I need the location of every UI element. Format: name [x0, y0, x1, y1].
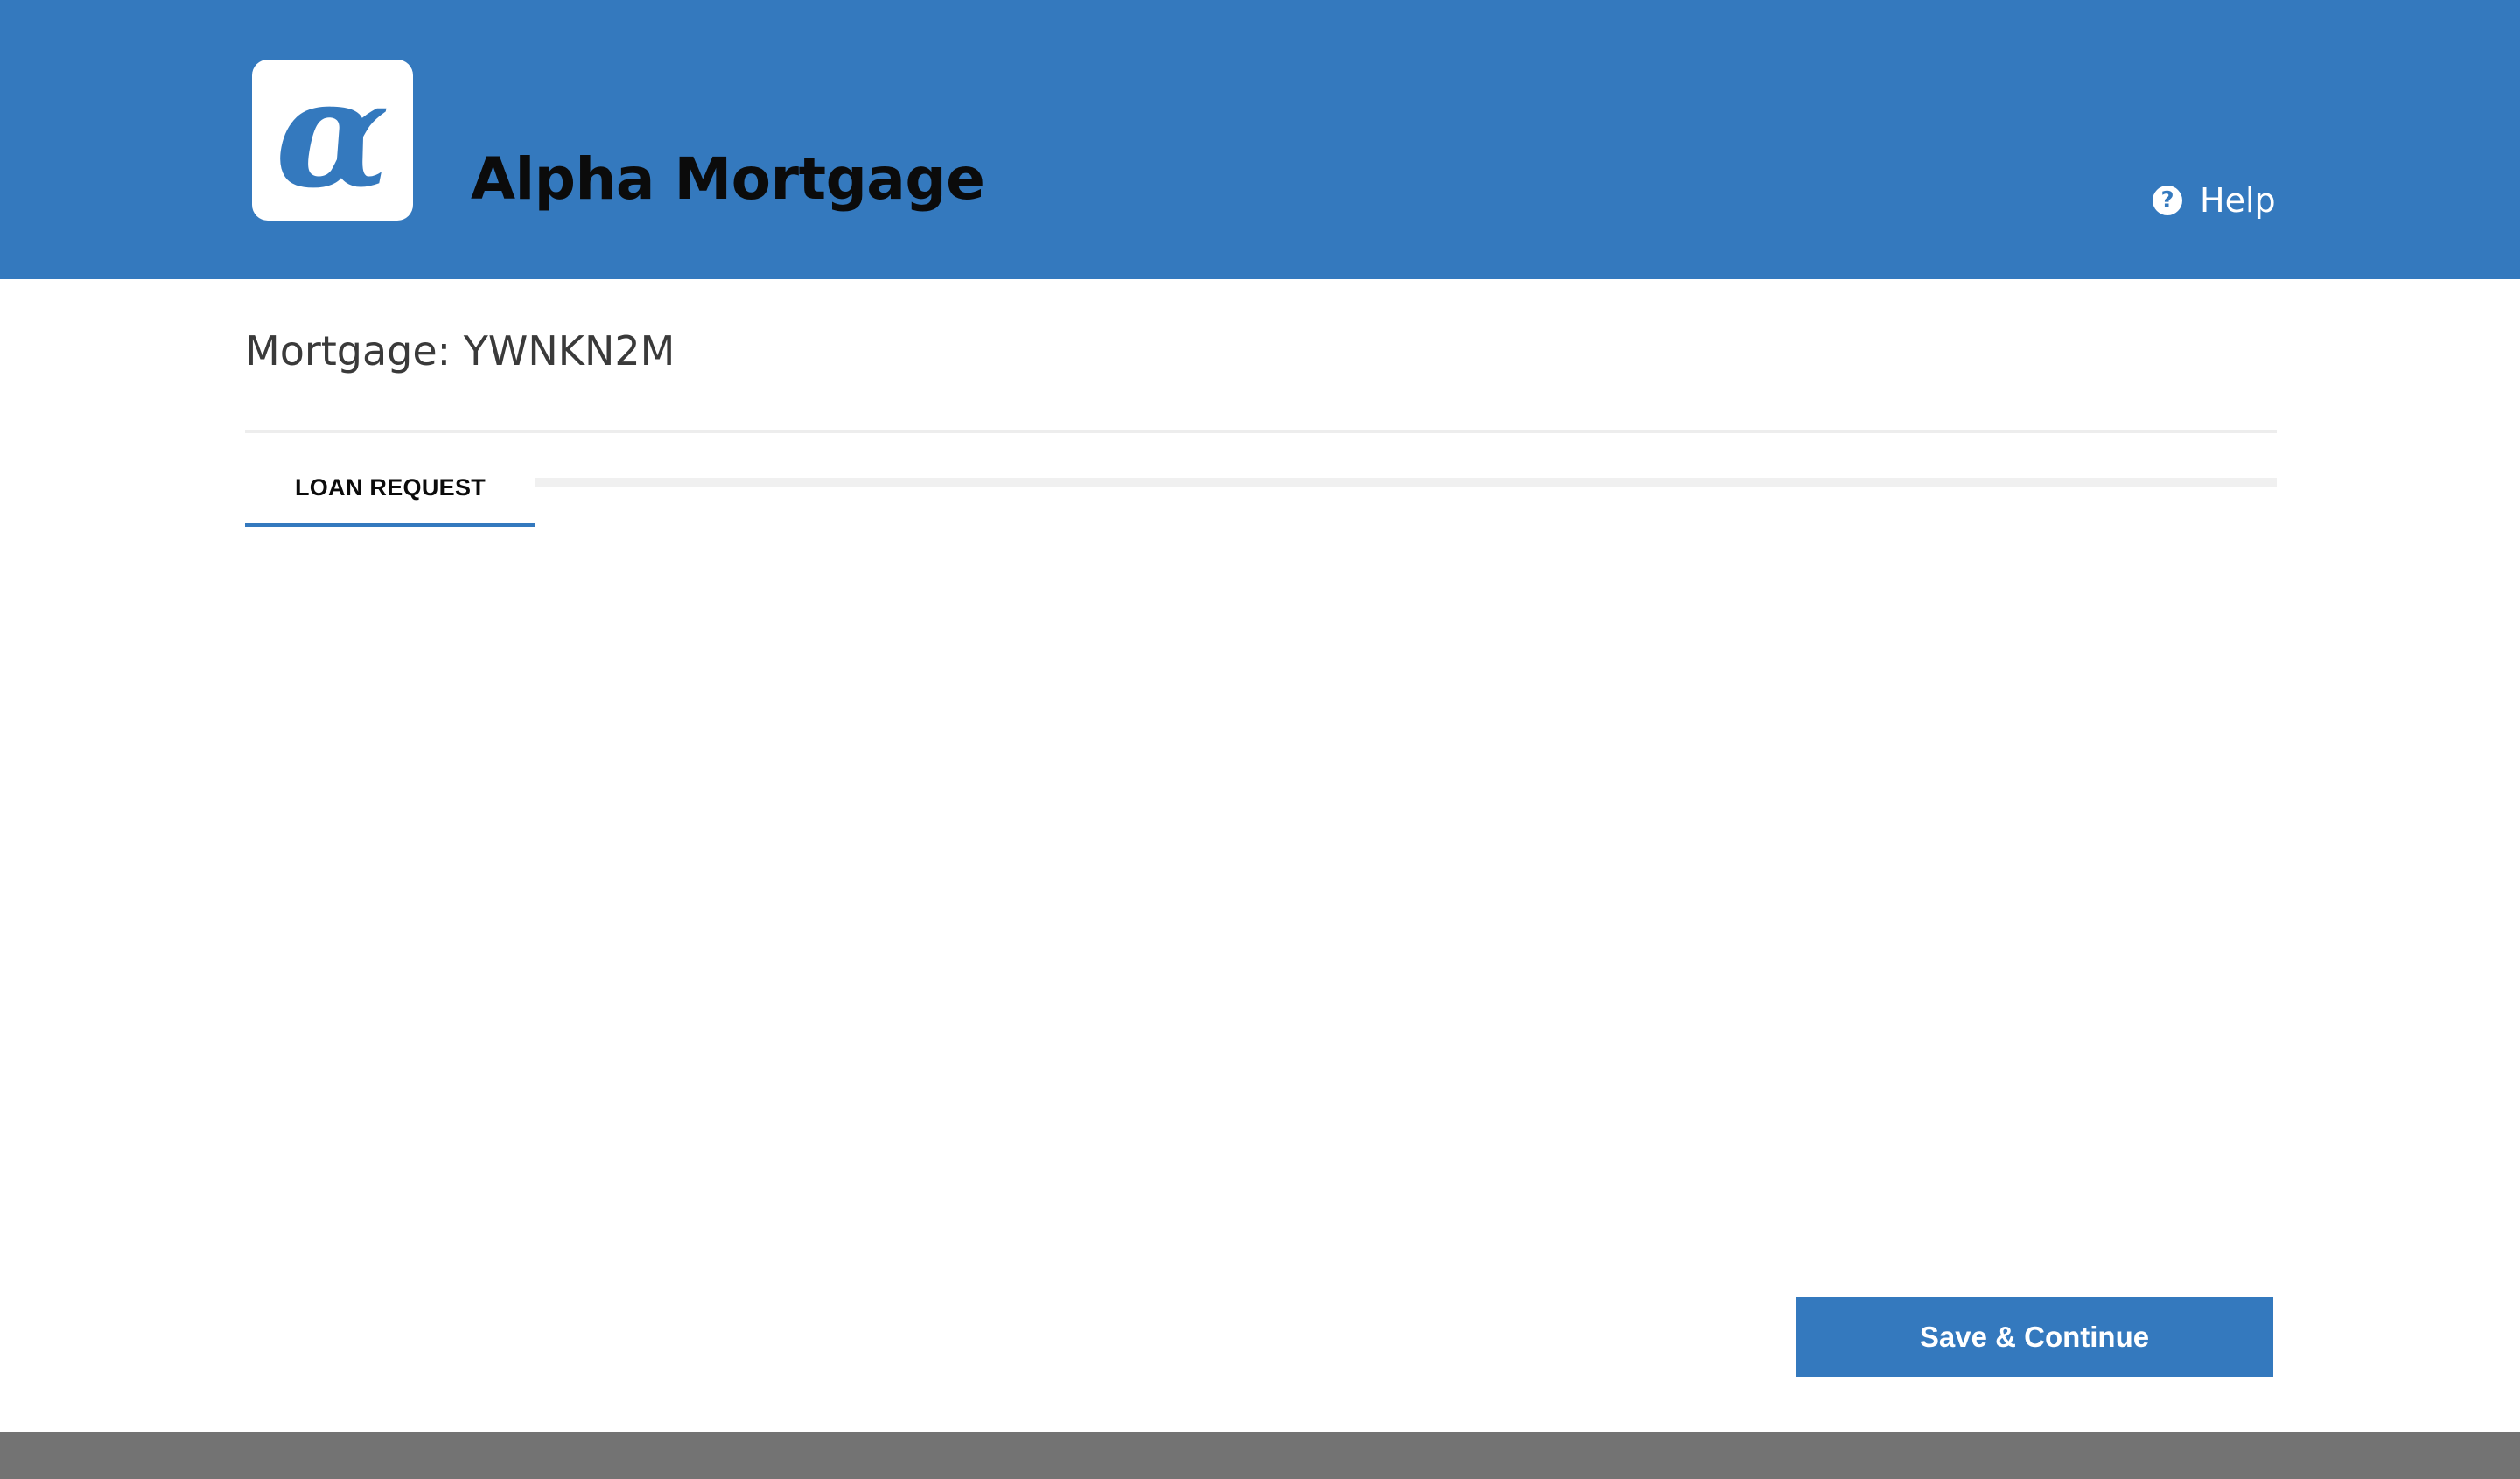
help-link[interactable]: ? Help: [2152, 181, 2276, 220]
help-label: Help: [2200, 181, 2276, 220]
logo-glyph: α: [275, 46, 390, 221]
app-title: Alpha Mortgage: [471, 145, 985, 213]
tab-loan-request[interactable]: LOAN REQUEST: [245, 452, 536, 527]
divider: [245, 430, 2277, 433]
question-circle-icon: ?: [2152, 186, 2182, 215]
save-continue-button[interactable]: Save & Continue: [1796, 1297, 2273, 1377]
tab-label: LOAN REQUEST: [294, 473, 486, 501]
app-header: α Alpha Mortgage ? Help: [0, 0, 2520, 279]
page-footer: [0, 1432, 2520, 1479]
tab-track: [536, 478, 2277, 487]
alpha-logo-icon[interactable]: α: [252, 60, 413, 221]
page-title: Mortgage: YWNKN2M: [245, 327, 676, 375]
